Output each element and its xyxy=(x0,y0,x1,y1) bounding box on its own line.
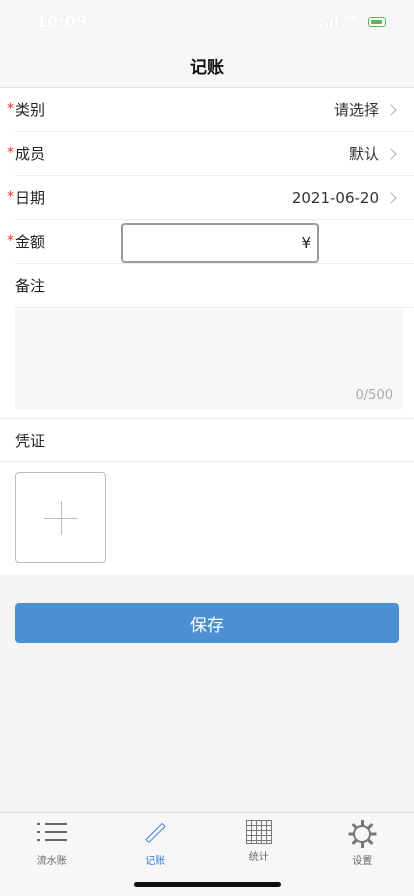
member-value-text: 默认 xyxy=(348,145,379,163)
category-label: 类别 xyxy=(15,101,46,119)
member-value[interactable]: 默认 xyxy=(349,143,399,164)
wifi-icon xyxy=(345,15,357,25)
required-mark: * xyxy=(7,233,14,249)
tab-label: 统计 xyxy=(248,852,269,863)
tab-ledger[interactable]: 流水账 xyxy=(0,813,104,896)
add-photo-button[interactable] xyxy=(15,472,106,563)
remark-textarea[interactable] xyxy=(15,309,403,409)
record-form: * 类别 请选择 * 成员 默认 * 日期 2021-06-20 * 金额 ¥ … xyxy=(0,88,414,575)
member-row[interactable]: * 成员 默认 xyxy=(7,132,414,176)
amount-row: * 金额 ¥ xyxy=(7,220,414,264)
category-value-text: 请选择 xyxy=(333,101,379,119)
grid-icon xyxy=(245,820,272,844)
list-icon xyxy=(36,820,67,848)
chevron-right-icon xyxy=(385,191,397,204)
chevron-right-icon xyxy=(385,147,397,160)
amount-input[interactable] xyxy=(99,234,302,252)
battery-icon xyxy=(368,17,386,27)
amount-input-box[interactable]: ¥ xyxy=(99,223,319,263)
status-bar: 10:09 xyxy=(0,0,414,44)
category-row[interactable]: * 类别 请选择 xyxy=(7,88,414,132)
date-value-text: 2021-06-20 xyxy=(291,188,379,207)
remark-textarea-box[interactable]: 0/500 xyxy=(15,309,403,409)
currency-symbol: ¥ xyxy=(301,234,311,252)
status-time: 10:09 xyxy=(36,12,87,31)
gear-icon xyxy=(347,820,377,848)
tab-label: 流水账 xyxy=(36,856,67,867)
voucher-label: 凭证 xyxy=(15,431,46,450)
chevron-right-icon xyxy=(385,103,397,116)
signal-icon xyxy=(320,17,338,28)
required-mark: * xyxy=(7,145,14,161)
date-label: 日期 xyxy=(15,189,46,207)
home-indicator xyxy=(134,882,281,887)
required-mark: * xyxy=(7,189,14,205)
pencil-icon xyxy=(140,820,170,848)
member-label: 成员 xyxy=(15,145,46,163)
tab-settings[interactable]: 设置 xyxy=(311,813,414,896)
required-mark: * xyxy=(7,101,14,117)
tab-label: 记账 xyxy=(145,856,166,867)
tab-label: 设置 xyxy=(352,856,373,867)
date-value[interactable]: 2021-06-20 xyxy=(292,189,399,207)
save-button[interactable]: 保存 xyxy=(15,603,399,643)
date-row[interactable]: * 日期 2021-06-20 xyxy=(7,176,414,220)
voucher-row: 凭证 xyxy=(0,418,414,462)
remark-row: 备注 xyxy=(15,264,414,308)
nav-bar: 记账 xyxy=(0,44,414,88)
remark-counter: 0/500 xyxy=(355,388,393,403)
voucher-photo-block xyxy=(0,462,414,575)
remark-label: 备注 xyxy=(15,277,46,295)
category-value[interactable]: 请选择 xyxy=(334,99,399,120)
page-title: 记账 xyxy=(190,58,224,78)
amount-label: 金额 xyxy=(15,233,46,251)
